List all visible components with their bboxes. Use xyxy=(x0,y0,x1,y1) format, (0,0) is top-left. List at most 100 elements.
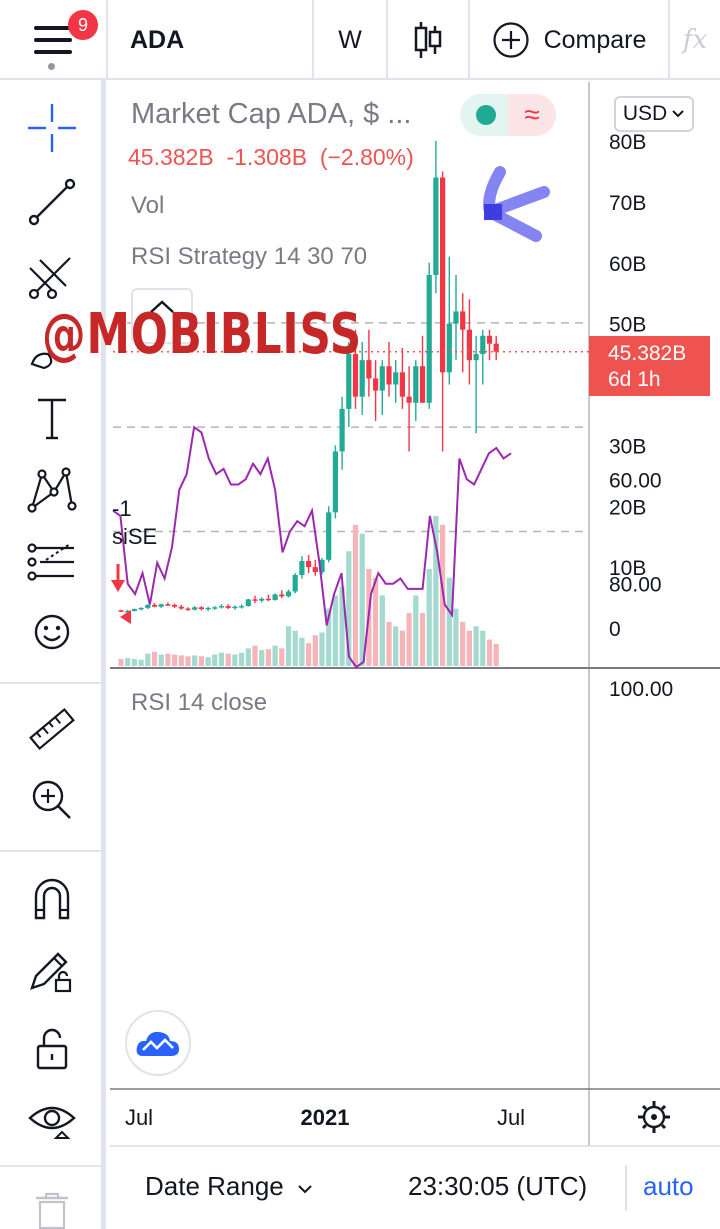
market-status-pill[interactable]: ≈ xyxy=(460,94,556,136)
symbol-legend-title[interactable]: Market Cap ADA, $ ... xyxy=(131,98,411,131)
gear-icon[interactable] xyxy=(638,1101,670,1133)
volume-bar xyxy=(312,635,318,666)
volume-bar xyxy=(218,652,225,666)
candle xyxy=(393,360,399,403)
data-delay-icon: ≈ xyxy=(508,94,556,136)
volume-bar xyxy=(232,654,238,666)
candle xyxy=(178,604,184,610)
volume-bar xyxy=(192,655,198,666)
legend-price: 45.382B xyxy=(128,144,214,170)
candle xyxy=(118,609,124,613)
candle xyxy=(406,366,412,452)
volume-bar xyxy=(151,651,158,666)
volume-bar xyxy=(178,655,184,666)
volume-bar xyxy=(393,626,399,666)
volume-bar xyxy=(426,568,432,666)
volume-bar xyxy=(352,524,359,666)
strategy-legend[interactable]: RSI Strategy 14 30 70 xyxy=(131,243,367,271)
candle xyxy=(440,171,446,452)
sell-signal-arrow-head xyxy=(111,580,125,592)
candle xyxy=(145,604,151,610)
volume-bar xyxy=(279,648,285,666)
volume-bar xyxy=(145,653,151,666)
volume-bar xyxy=(225,653,231,666)
candle xyxy=(265,594,271,602)
candle xyxy=(306,554,312,574)
volume-bar xyxy=(205,657,211,666)
volume-bar xyxy=(252,645,258,666)
volume-bar xyxy=(285,626,292,666)
volume-bar xyxy=(306,643,312,666)
tradingview-logo[interactable] xyxy=(125,1010,191,1076)
price-tick-label: 0 xyxy=(609,618,621,641)
rsi-tick-label: 60.00 xyxy=(609,469,662,492)
volume-bar xyxy=(379,595,385,666)
time-label-jul-2020: Jul xyxy=(125,1105,153,1130)
candle xyxy=(245,598,251,607)
price-tick-label: 60B xyxy=(609,253,646,276)
candle xyxy=(151,603,158,608)
candle xyxy=(466,299,472,385)
volume-bar xyxy=(359,533,365,666)
volume-bar xyxy=(239,652,245,666)
candle xyxy=(332,445,338,519)
legend-change-percent: (−2.80%) xyxy=(319,144,414,170)
volume-legend[interactable]: Vol xyxy=(131,192,164,220)
candle xyxy=(292,573,298,594)
volume-bars xyxy=(118,516,499,666)
candle xyxy=(486,329,493,361)
ohlc-values: 45.382B -1.308B (−2.80%) xyxy=(128,144,414,171)
candle xyxy=(419,335,426,403)
rsi-tick-label: 80.00 xyxy=(609,574,662,597)
volume-bar xyxy=(413,595,419,666)
volume-bar xyxy=(373,577,379,666)
candle xyxy=(339,396,345,470)
last-price-label: 45.382B 6d 1h xyxy=(589,336,710,396)
candle xyxy=(198,606,204,611)
price-tick-label: 70B xyxy=(609,192,646,215)
candle xyxy=(379,360,385,415)
candle xyxy=(299,556,305,579)
candle xyxy=(285,589,292,598)
candle xyxy=(386,341,392,397)
candle xyxy=(493,335,499,361)
candle xyxy=(473,335,479,434)
chevron-down-icon xyxy=(672,110,684,118)
candle xyxy=(272,593,278,601)
delete-tool[interactable] xyxy=(18,1180,86,1229)
candle xyxy=(252,595,258,604)
volume-bar xyxy=(319,632,325,666)
price-tick-label: 20B xyxy=(609,496,646,519)
candle xyxy=(259,597,265,603)
volume-bar xyxy=(299,637,305,666)
auto-scale-button[interactable]: auto xyxy=(643,1171,694,1202)
candle xyxy=(205,606,211,611)
volume-bar xyxy=(198,656,204,666)
strategy-marker-label: -1 xyxy=(112,496,132,521)
price-chart[interactable]: 80B70B60B50B40B30B20B10B0 100.0080.0060.… xyxy=(0,0,720,1145)
date-range-button[interactable]: Date Range xyxy=(145,1171,313,1202)
volume-bar xyxy=(118,658,124,666)
candle xyxy=(165,602,171,607)
utc-clock[interactable]: 23:30:05 (UTC) xyxy=(408,1171,587,1202)
volume-bar xyxy=(446,577,452,666)
candle xyxy=(326,506,332,563)
candle xyxy=(218,604,225,609)
candle xyxy=(426,262,432,409)
candle xyxy=(232,605,238,610)
volume-bar xyxy=(453,608,459,666)
volume-bar xyxy=(185,656,191,666)
candle xyxy=(312,559,318,576)
rsi-legend[interactable]: RSI 14 close xyxy=(131,689,267,717)
candle xyxy=(225,604,231,610)
candle xyxy=(185,607,191,611)
bar-countdown: 6d 1h xyxy=(608,368,661,391)
volume-bar xyxy=(125,658,131,666)
currency-select[interactable]: USD xyxy=(614,96,694,132)
volume-bar xyxy=(332,595,338,666)
candle xyxy=(158,603,164,608)
candle xyxy=(192,606,198,611)
rsi-axis-labels: 100.0080.0060.0040.00 xyxy=(609,365,673,701)
volume-bar xyxy=(212,654,218,666)
cloud-logo-icon xyxy=(136,1031,179,1056)
